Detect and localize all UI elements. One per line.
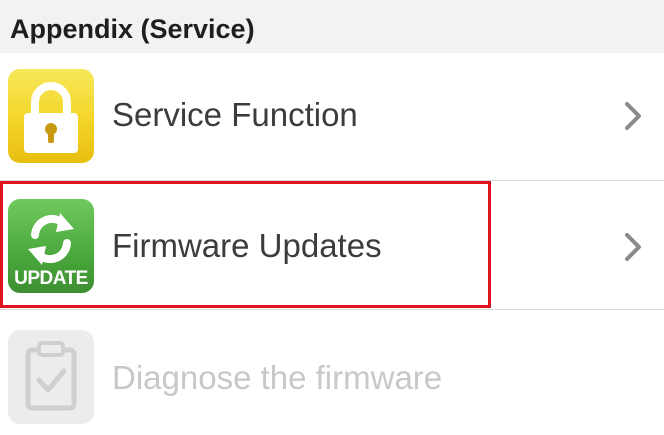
divider: [0, 180, 664, 181]
clipboard-check-icon: [8, 330, 94, 424]
chevron-right-icon: [625, 233, 641, 261]
chevron-right-icon: [625, 102, 641, 130]
section-title: Appendix (Service): [10, 14, 255, 44]
section-header: Appendix (Service): [0, 0, 664, 53]
padlock-icon: [8, 69, 94, 163]
firmware-updates-label: Firmware Updates: [112, 227, 382, 264]
divider: [0, 309, 664, 310]
list-item-firmware-updates[interactable]: UPDATE Firmware Updates: [0, 182, 664, 309]
service-function-label: Service Function: [112, 96, 358, 133]
list-item-diagnose-firmware: Diagnose the firmware: [0, 311, 664, 435]
update-icon-text: UPDATE: [14, 268, 88, 289]
list-item-service-function[interactable]: Service Function: [0, 53, 664, 180]
update-refresh-icon: UPDATE: [8, 199, 94, 293]
appendix-service-screen: Appendix (Service) Service Function UPDA…: [0, 0, 664, 435]
diagnose-firmware-label: Diagnose the firmware: [112, 359, 443, 396]
